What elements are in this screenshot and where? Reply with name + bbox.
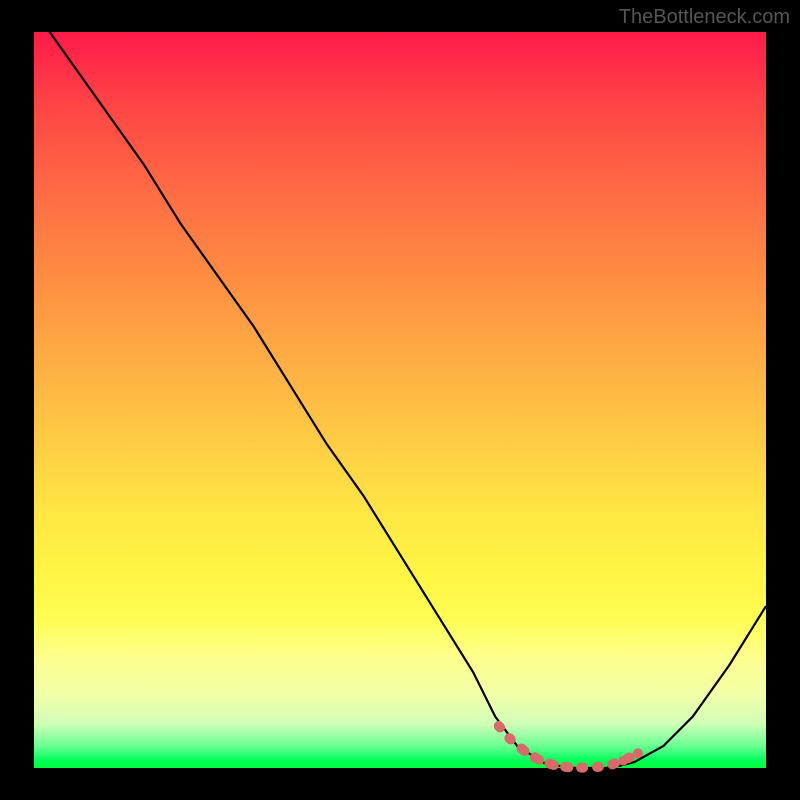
optimal-range-point bbox=[494, 721, 504, 731]
optimal-range-point bbox=[578, 763, 588, 773]
bottleneck-curve bbox=[34, 10, 766, 768]
optimal-range-point bbox=[633, 748, 643, 758]
optimal-range-point bbox=[593, 762, 603, 772]
optimal-range-point bbox=[607, 759, 617, 769]
optimal-range-point bbox=[505, 734, 515, 744]
optimal-range-line bbox=[499, 726, 638, 768]
optimal-range-point bbox=[519, 746, 529, 756]
watermark-text: TheBottleneck.com bbox=[619, 6, 790, 29]
chart-svg bbox=[34, 32, 766, 768]
optimal-range-point bbox=[549, 760, 559, 770]
optimal-range-point bbox=[534, 755, 544, 765]
optimal-range-point bbox=[618, 756, 628, 766]
chart-plot-area bbox=[34, 32, 766, 768]
optimal-range-point bbox=[563, 762, 573, 772]
